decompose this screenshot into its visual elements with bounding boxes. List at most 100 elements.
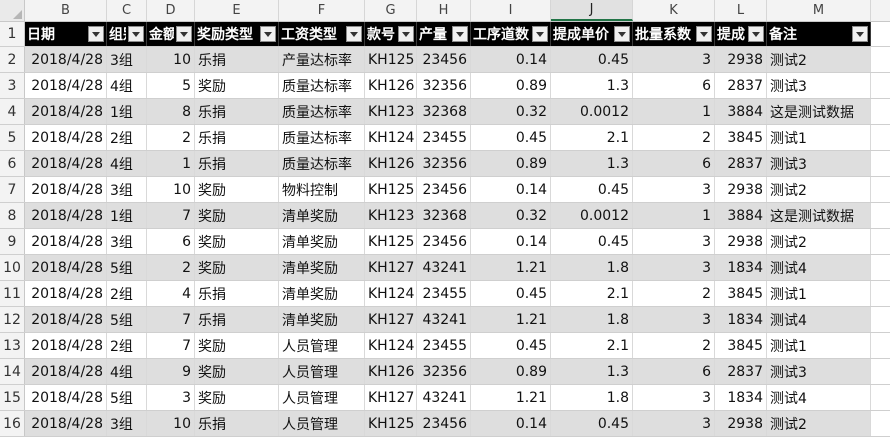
cell-f[interactable]: 物料控制: [279, 177, 365, 202]
cell-f[interactable]: 产量达标率: [279, 47, 365, 72]
cell-e[interactable]: 乐捐: [195, 99, 279, 124]
cell-d[interactable]: 7: [147, 203, 195, 228]
row-number[interactable]: 13: [0, 333, 25, 358]
row-number[interactable]: 11: [0, 281, 25, 306]
cell-e[interactable]: 奖励: [195, 359, 279, 384]
filter-dropdown-icon[interactable]: [532, 26, 548, 42]
cell-h[interactable]: 32368: [417, 99, 471, 124]
cell-k[interactable]: 2: [633, 281, 715, 306]
cell-m[interactable]: 测试4: [767, 385, 871, 410]
cell-g[interactable]: KH125: [365, 411, 417, 436]
cell-h[interactable]: 32368: [417, 203, 471, 228]
cell-k[interactable]: 1: [633, 99, 715, 124]
cell-m[interactable]: 测试1: [767, 333, 871, 358]
cell-d[interactable]: 2: [147, 125, 195, 150]
row-number[interactable]: 10: [0, 255, 25, 280]
row-number[interactable]: 1: [0, 22, 25, 46]
column-letter-j[interactable]: J: [551, 0, 633, 21]
cell-f[interactable]: 清单奖励: [279, 281, 365, 306]
cell-c[interactable]: 4组: [107, 73, 147, 98]
cell-k[interactable]: 6: [633, 151, 715, 176]
cell-d[interactable]: 7: [147, 333, 195, 358]
cell-b[interactable]: 2018/4/28: [25, 229, 107, 254]
cell-d[interactable]: 2: [147, 255, 195, 280]
column-letter-g[interactable]: G: [365, 0, 417, 21]
cell-l[interactable]: 1834: [715, 255, 767, 280]
header-cell[interactable]: 组别: [107, 22, 147, 46]
cell-f[interactable]: 质量达标率: [279, 151, 365, 176]
row-number[interactable]: 3: [0, 73, 25, 98]
column-letter-f[interactable]: F: [279, 0, 365, 21]
header-cell[interactable]: 工序道数: [471, 22, 551, 46]
cell-g[interactable]: KH123: [365, 99, 417, 124]
filter-dropdown-icon[interactable]: [398, 26, 414, 42]
cell-h[interactable]: 32356: [417, 151, 471, 176]
filter-dropdown-icon[interactable]: [614, 26, 630, 42]
cell-g[interactable]: KH125: [365, 229, 417, 254]
row-number[interactable]: 12: [0, 307, 25, 332]
filter-dropdown-icon[interactable]: [260, 26, 276, 42]
cell-h[interactable]: 23456: [417, 177, 471, 202]
cell-m[interactable]: 测试1: [767, 125, 871, 150]
cell-l[interactable]: 2938: [715, 47, 767, 72]
header-cell[interactable]: 提成: [715, 22, 767, 46]
cell-c[interactable]: 5组: [107, 255, 147, 280]
cell-e[interactable]: 奖励: [195, 73, 279, 98]
row-number[interactable]: 7: [0, 177, 25, 202]
cell-c[interactable]: 1组: [107, 99, 147, 124]
filter-dropdown-icon[interactable]: [128, 26, 144, 42]
cell-c[interactable]: 5组: [107, 385, 147, 410]
cell-h[interactable]: 23456: [417, 411, 471, 436]
cell-h[interactable]: 43241: [417, 255, 471, 280]
cell-i[interactable]: 0.45: [471, 333, 551, 358]
cell-h[interactable]: 23456: [417, 229, 471, 254]
cell-k[interactable]: 3: [633, 229, 715, 254]
cell-d[interactable]: 9: [147, 359, 195, 384]
cell-d[interactable]: 4: [147, 281, 195, 306]
cell-d[interactable]: 1: [147, 151, 195, 176]
cell-m[interactable]: 测试2: [767, 229, 871, 254]
row-number[interactable]: 9: [0, 229, 25, 254]
cell-b[interactable]: 2018/4/28: [25, 125, 107, 150]
cell-i[interactable]: 0.14: [471, 47, 551, 72]
column-letter-i[interactable]: I: [471, 0, 551, 21]
cell-j[interactable]: 1.8: [551, 255, 633, 280]
row-number[interactable]: 2: [0, 47, 25, 72]
cell-m[interactable]: 测试3: [767, 73, 871, 98]
cell-b[interactable]: 2018/4/28: [25, 73, 107, 98]
cell-d[interactable]: 7: [147, 307, 195, 332]
cell-e[interactable]: 奖励: [195, 203, 279, 228]
header-cell[interactable]: 备注: [767, 22, 871, 46]
cell-k[interactable]: 3: [633, 385, 715, 410]
cell-k[interactable]: 3: [633, 307, 715, 332]
cell-l[interactable]: 1834: [715, 307, 767, 332]
cell-b[interactable]: 2018/4/28: [25, 359, 107, 384]
cell-c[interactable]: 3组: [107, 229, 147, 254]
header-cell[interactable]: 奖励类型: [195, 22, 279, 46]
header-cell[interactable]: 提成单价: [551, 22, 633, 46]
column-letter-m[interactable]: M: [767, 0, 871, 21]
cell-k[interactable]: 6: [633, 359, 715, 384]
cell-g[interactable]: KH124: [365, 333, 417, 358]
cell-c[interactable]: 3组: [107, 411, 147, 436]
cell-g[interactable]: KH127: [365, 385, 417, 410]
cell-c[interactable]: 3组: [107, 177, 147, 202]
cell-b[interactable]: 2018/4/28: [25, 151, 107, 176]
cell-m[interactable]: 测试1: [767, 281, 871, 306]
cell-m[interactable]: 这是测试数据: [767, 99, 871, 124]
cell-i[interactable]: 0.45: [471, 281, 551, 306]
cell-b[interactable]: 2018/4/28: [25, 307, 107, 332]
cell-k[interactable]: 3: [633, 47, 715, 72]
cell-e[interactable]: 奖励: [195, 255, 279, 280]
cell-i[interactable]: 0.32: [471, 203, 551, 228]
cell-g[interactable]: KH125: [365, 177, 417, 202]
cell-d[interactable]: 10: [147, 177, 195, 202]
filter-dropdown-icon[interactable]: [176, 26, 192, 42]
cell-i[interactable]: 0.14: [471, 229, 551, 254]
column-letter-h[interactable]: H: [417, 0, 471, 21]
cell-g[interactable]: KH126: [365, 359, 417, 384]
column-letter-e[interactable]: E: [195, 0, 279, 21]
cell-k[interactable]: 3: [633, 177, 715, 202]
cell-d[interactable]: 6: [147, 229, 195, 254]
cell-i[interactable]: 0.89: [471, 359, 551, 384]
